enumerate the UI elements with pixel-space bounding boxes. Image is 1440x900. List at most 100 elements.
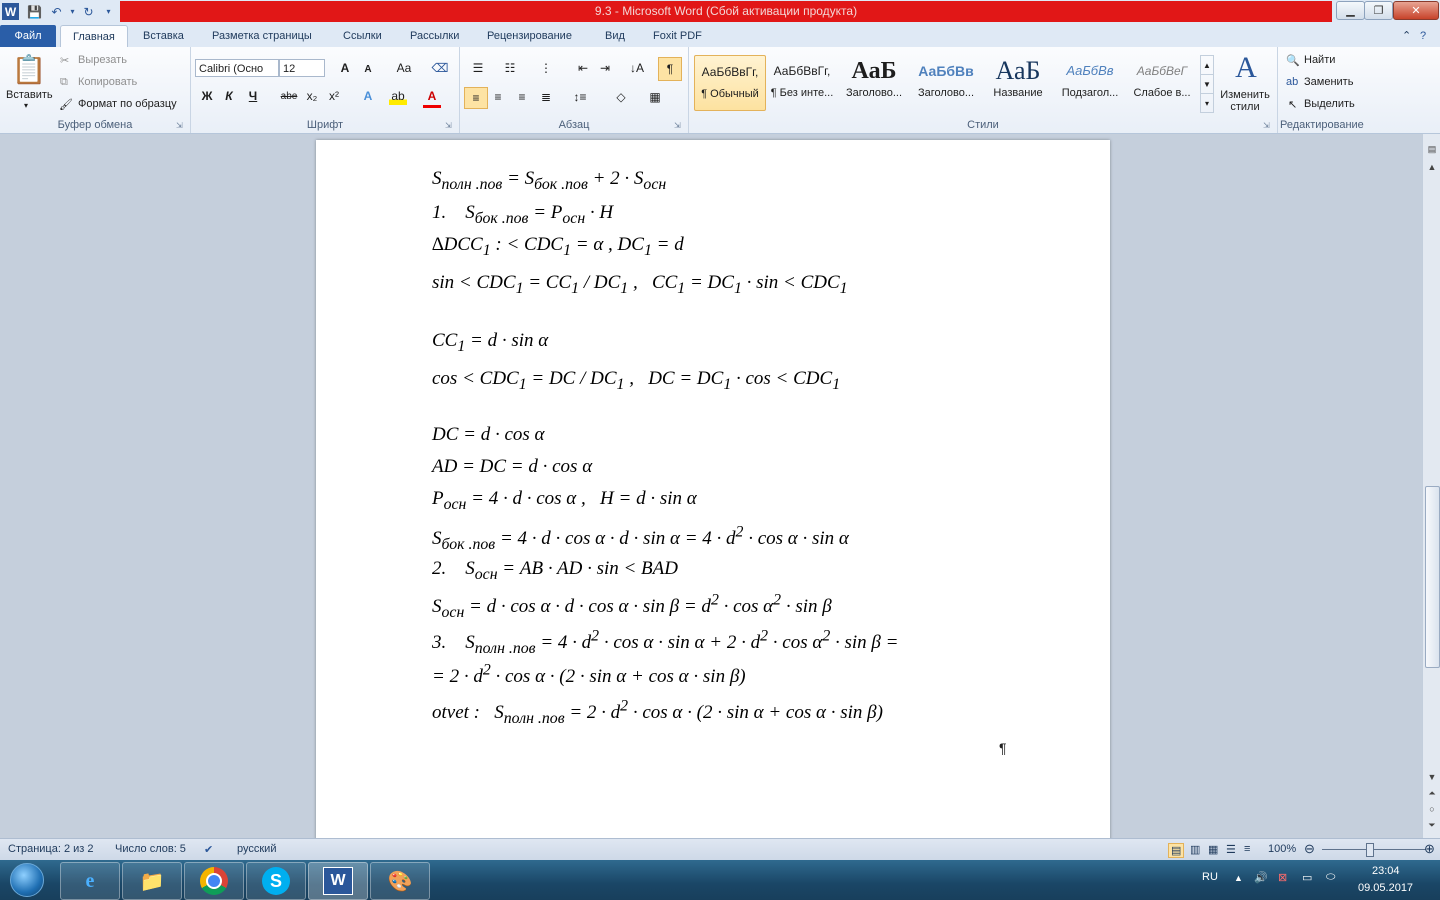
styles-scroll-down-icon[interactable]: ▼ — [1200, 74, 1214, 94]
undo-dropdown-icon[interactable]: ▾ — [64, 3, 81, 20]
language-indicator[interactable]: русский — [237, 843, 276, 855]
chrome-icon[interactable] — [184, 862, 244, 900]
equation-line[interactable]: CC1 = d · sin α — [432, 330, 548, 356]
styles-launcher-icon[interactable]: ⇲ — [1263, 121, 1270, 130]
save-icon[interactable]: 💾 — [26, 3, 43, 20]
tab-review[interactable]: Рецензирование — [487, 27, 572, 45]
change-styles-icon[interactable]: A — [1229, 51, 1263, 85]
styles-more-icon[interactable]: ▾ — [1200, 93, 1214, 113]
text-effects-icon[interactable]: A — [359, 87, 377, 105]
italic-button[interactable]: К — [221, 87, 237, 105]
borders-icon[interactable]: ▦ — [644, 87, 666, 107]
minimize-button[interactable]: ▁ — [1336, 1, 1365, 20]
equation-line[interactable]: AD = DC = d · cos α — [432, 456, 592, 478]
style-no-spacing[interactable]: АаБбВвГг, ¶ Без инте... — [767, 55, 837, 109]
equation-line[interactable]: Sбок .пов = 4 · d · cos α · d · sin α = … — [432, 524, 849, 554]
equation-line[interactable]: Sосн = d · cos α · d · cos α · sin β = d… — [432, 592, 832, 622]
network-error-icon[interactable]: ⊠ — [1278, 871, 1287, 884]
minimize-ribbon-icon[interactable]: ⌃ — [1402, 27, 1411, 45]
word-count[interactable]: Число слов: 5 — [115, 843, 186, 855]
highlight-icon[interactable]: ab — [389, 87, 407, 105]
clear-formatting-icon[interactable]: ⌫ — [431, 59, 449, 77]
next-page-icon[interactable]: ⏷ — [1424, 818, 1440, 832]
customize-qat-icon[interactable]: ▾ — [100, 3, 117, 20]
increase-indent-icon[interactable]: ⇥ — [596, 59, 614, 77]
find-button[interactable]: Найти — [1304, 54, 1335, 66]
spelling-check-icon[interactable]: ✔ — [204, 843, 213, 856]
equation-line[interactable]: 3. Sполн .пов = 4 · d2 · cos α · sin α +… — [432, 628, 898, 658]
paste-dropdown-icon[interactable]: ▾ — [24, 101, 28, 110]
tab-foxit-pdf[interactable]: Foxit PDF — [653, 27, 702, 45]
style-normal[interactable]: АаБбВвГг, ¶ Обычный — [694, 55, 766, 111]
start-button[interactable] — [2, 862, 52, 898]
maximize-button[interactable]: ❐ — [1364, 1, 1393, 20]
zoom-slider[interactable] — [1322, 849, 1426, 850]
shrink-font-button[interactable]: A — [361, 61, 375, 77]
scroll-down-icon[interactable]: ▼ — [1424, 770, 1440, 784]
scroll-thumb[interactable] — [1425, 486, 1440, 668]
clock-date[interactable]: 09.05.2017 — [1358, 882, 1413, 894]
full-screen-reading-icon[interactable]: ▥ — [1190, 843, 1200, 856]
show-hidden-icons-icon[interactable]: ▲ — [1234, 873, 1243, 883]
copy-button[interactable]: Копировать — [78, 76, 137, 88]
show-formatting-marks-button[interactable]: ¶ — [658, 57, 682, 81]
select-button[interactable]: Выделить — [1304, 98, 1355, 110]
align-left-icon[interactable]: ≡ — [464, 87, 488, 109]
equation-line[interactable]: DC = d · cos α — [432, 424, 545, 446]
paste-button[interactable]: Вставить — [6, 89, 53, 101]
equation-line[interactable]: = 2 · d2 · cos α · (2 · sin α + cos α · … — [432, 662, 746, 688]
paragraph-launcher-icon[interactable]: ⇲ — [674, 121, 681, 130]
equation-line[interactable]: cos < CDC1 = DC / DC1 , DC = DC1 · cos <… — [432, 368, 840, 394]
style-heading-2[interactable]: АаБбВв Заголово... — [911, 55, 981, 109]
superscript-button[interactable]: x² — [325, 87, 343, 105]
tab-file[interactable]: Файл — [0, 25, 56, 47]
browse-object-icon[interactable]: ○ — [1424, 802, 1440, 816]
style-subtle-emphasis[interactable]: АаБбВеГ Слабое в... — [1127, 55, 1197, 109]
equation-line[interactable]: sin < CDC1 = CC1 / DC1 , CC1 = DC1 · sin… — [432, 272, 848, 298]
font-size-combo[interactable]: 12 — [279, 59, 325, 77]
action-center-icon[interactable]: ▭ — [1302, 871, 1312, 884]
previous-page-icon[interactable]: ⏶ — [1424, 786, 1440, 800]
vertical-scrollbar[interactable]: ▤ ▲ ▼ ⏶ ○ ⏷ — [1422, 134, 1440, 838]
tab-view[interactable]: Вид — [605, 27, 625, 45]
tab-insert[interactable]: Вставка — [143, 27, 184, 45]
close-button[interactable]: ✕ — [1393, 1, 1439, 20]
word-taskbar-icon[interactable]: W — [308, 862, 368, 900]
paste-icon[interactable]: 📋 — [12, 51, 47, 87]
ruler-toggle-icon[interactable]: ▤ — [1424, 142, 1440, 156]
web-layout-icon[interactable]: ▦ — [1208, 843, 1218, 856]
draft-view-icon[interactable]: ≡ — [1244, 843, 1250, 855]
cut-button[interactable]: Вырезать — [78, 54, 127, 66]
clock-time[interactable]: 23:04 — [1372, 865, 1400, 877]
volume-icon[interactable]: 🔊 — [1254, 871, 1268, 884]
help-icon[interactable]: ? — [1420, 27, 1426, 45]
underline-button[interactable]: Ч — [245, 87, 261, 105]
internet-explorer-icon[interactable]: e — [60, 862, 120, 900]
paint-icon[interactable]: 🎨 — [370, 862, 430, 900]
shading-icon[interactable]: ◇ — [610, 87, 632, 107]
equation-line[interactable]: 1. Sбок .пов = Pосн · H — [432, 202, 613, 228]
zoom-in-icon[interactable]: ⊕ — [1424, 841, 1435, 857]
style-subtitle[interactable]: АаБбВв Подзагол... — [1055, 55, 1125, 109]
equation-line[interactable]: ∆DCC1 : < CDC1 = α , DC1 = d — [432, 234, 684, 260]
equation-line[interactable]: otvet : Sполн .пов = 2 · d2 · cos α · (2… — [432, 698, 883, 728]
tab-mailings[interactable]: Рассылки — [410, 27, 459, 45]
redo-icon[interactable]: ↻ — [80, 3, 97, 20]
bullets-icon[interactable]: ☰ — [468, 59, 488, 77]
word-logo-icon[interactable]: W — [2, 3, 19, 20]
sort-icon[interactable]: ↓A — [628, 59, 646, 77]
bold-button[interactable]: Ж — [199, 87, 215, 105]
grow-font-button[interactable]: A — [337, 59, 353, 77]
tab-references[interactable]: Ссылки — [343, 27, 382, 45]
font-color-icon[interactable]: A — [423, 87, 441, 108]
equation-line[interactable]: Pосн = 4 · d · cos α , H = d · sin α — [432, 488, 697, 514]
styles-scroll-up-icon[interactable]: ▲ — [1200, 55, 1214, 75]
justify-icon[interactable]: ≣ — [536, 87, 556, 107]
decrease-indent-icon[interactable]: ⇤ — [574, 59, 592, 77]
power-icon[interactable]: ⬭ — [1326, 871, 1335, 884]
change-styles-button[interactable]: Изменить стили — [1217, 89, 1273, 113]
align-right-icon[interactable]: ≡ — [512, 87, 532, 107]
style-heading-1[interactable]: АаБ Заголово... — [839, 55, 909, 109]
file-explorer-icon[interactable]: 📁 — [122, 862, 182, 900]
outline-view-icon[interactable]: ☰ — [1226, 843, 1236, 856]
